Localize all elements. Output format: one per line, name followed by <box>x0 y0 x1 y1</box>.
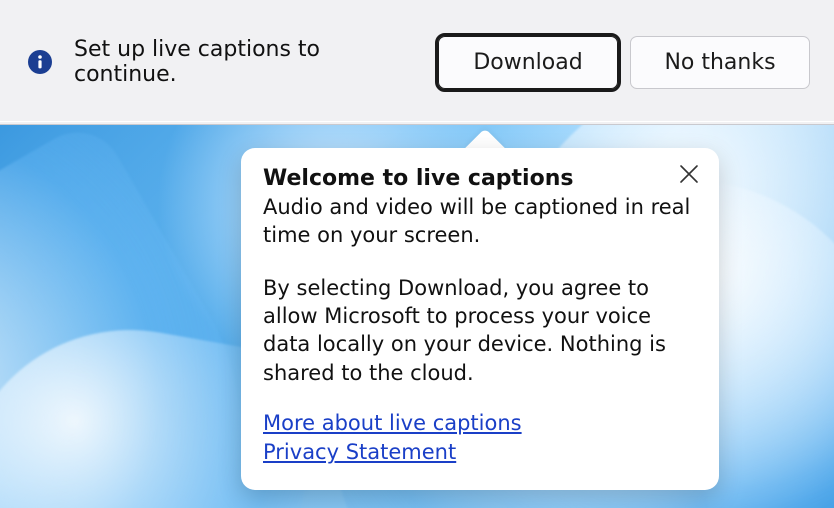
live-captions-bar: Set up live captions to continue. Downlo… <box>0 0 834 125</box>
button-group: Download No thanks <box>438 36 810 89</box>
info-icon <box>28 50 52 74</box>
more-about-link[interactable]: More about live captions <box>263 409 522 438</box>
welcome-flyout: Welcome to live captions Audio and video… <box>241 148 719 490</box>
flyout-body-2: By selecting Download, you agree to allo… <box>263 274 691 387</box>
close-icon[interactable] <box>677 162 701 186</box>
setup-message: Set up live captions to continue. <box>70 37 420 87</box>
download-button[interactable]: Download <box>438 36 618 89</box>
no-thanks-button[interactable]: No thanks <box>630 36 810 89</box>
flyout-links: More about live captions Privacy Stateme… <box>263 409 691 468</box>
privacy-statement-link[interactable]: Privacy Statement <box>263 438 456 467</box>
flyout-title: Welcome to live captions <box>263 166 691 191</box>
flyout-body-1: Audio and video will be captioned in rea… <box>263 193 691 250</box>
